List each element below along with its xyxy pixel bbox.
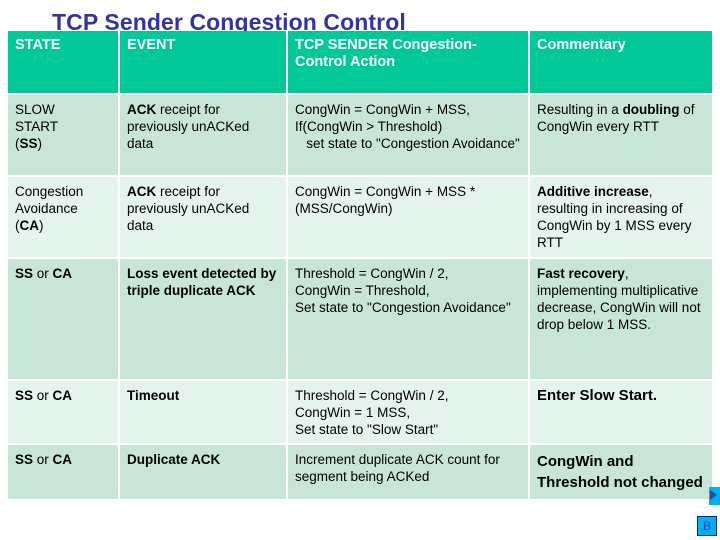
cell-commentary: Fast recovery, implementing multiplicati… [530,259,712,379]
corner-badge[interactable]: B [697,516,717,536]
cell-event: Loss event detected by triple duplicate … [120,259,286,379]
event-keyword: Loss event detected by triple duplicate … [127,266,277,298]
cell-event: ACK receipt for previously unACKed data [120,177,286,257]
commentary-prefix: Resulting in a [537,102,623,117]
right-arrow-icon [710,490,717,500]
cell-state: Congestion Avoidance (CA) [8,177,118,257]
cell-action: Threshold = CongWin / 2, CongWin = Thres… [288,259,528,379]
state-abbrev-b: CA [52,388,73,403]
state-line-2: START [15,119,59,134]
next-slide-tab-icon[interactable] [709,487,720,505]
commentary-keyword: Slow Start. [579,387,658,404]
state-abbrev: CA [19,218,40,233]
table-row: SLOW START (SS) ACK receipt for previous… [8,95,712,175]
action-text: Increment duplicate ACK count for segmen… [295,452,504,484]
state-line-2: Avoidance [15,201,78,216]
event-keyword: ACK [127,184,157,199]
commentary-keyword: CongWin and Threshold not changed [537,453,703,491]
commentary-keyword: doubling [622,102,680,117]
cell-commentary: Additive increase, resulting in increasi… [530,177,712,257]
state-paren-close: ) [39,218,44,233]
state-abbrev-a: SS [15,452,34,467]
cell-state: SS or CA [8,381,118,443]
action-text: CongWin = CongWin + MSS * (MSS/CongWin) [295,184,479,216]
commentary-prefix: Enter [537,387,580,404]
state-abbrev-b: CA [52,266,73,281]
cell-action: Threshold = CongWin / 2, CongWin = 1 MSS… [288,381,528,443]
cell-action: CongWin = CongWin + MSS * (MSS/CongWin) [288,177,528,257]
cell-action: Increment duplicate ACK count for segmen… [288,445,528,499]
cell-event: Duplicate ACK [120,445,286,499]
state-abbrev: SS [19,136,38,151]
column-header-event: EVENT [120,31,286,93]
table-row: SS or CA Loss event detected by triple d… [8,259,712,379]
state-paren-close: ) [37,136,43,151]
cell-state: SS or CA [8,259,118,379]
state-conjunction: or [33,388,53,403]
event-keyword: Duplicate ACK [127,452,221,467]
column-header-action: TCP SENDER Congestion-Control Action [288,31,528,93]
commentary-keyword: Additive increase [537,184,649,199]
action-text: Threshold = CongWin / 2, CongWin = Thres… [295,266,511,315]
event-keyword: Timeout [127,388,180,403]
commentary-keyword: Fast recovery [537,266,625,281]
table-row: Congestion Avoidance (CA) ACK receipt fo… [8,177,712,257]
cell-event: ACK receipt for previously unACKed data [120,95,286,175]
slide-canvas: TCP Sender Congestion Control STATE EVEN… [0,0,720,540]
table-row: SS or CA Duplicate ACK Increment duplica… [8,445,712,499]
state-conjunction: or [33,452,53,467]
cell-commentary: Resulting in a doubling of CongWin every… [530,95,712,175]
column-header-state: STATE [8,31,118,93]
table-row: SS or CA Timeout Threshold = CongWin / 2… [8,381,712,443]
cell-state: SLOW START (SS) [8,95,118,175]
cell-commentary: CongWin and Threshold not changed [530,445,712,499]
action-text: Threshold = CongWin / 2, CongWin = 1 MSS… [295,388,449,437]
state-abbrev-a: SS [15,266,34,281]
cell-commentary: Enter Slow Start. [530,381,712,443]
table-header-row: STATE EVENT TCP SENDER Congestion-Contro… [8,31,712,93]
cell-action: CongWin = CongWin + MSS, If(CongWin > Th… [288,95,528,175]
column-header-commentary: Commentary [530,31,712,93]
state-abbrev-b: CA [52,452,73,467]
tcp-congestion-control-table: STATE EVENT TCP SENDER Congestion-Contro… [8,31,712,501]
action-text: CongWin = CongWin + MSS, If(CongWin > Th… [295,102,520,151]
state-conjunction: or [33,266,53,281]
cell-state: SS or CA [8,445,118,499]
state-abbrev-a: SS [15,388,34,403]
cell-event: Timeout [120,381,286,443]
event-keyword: ACK [127,102,157,117]
state-line-1: Congestion [15,184,84,199]
state-line-1: SLOW [15,102,55,117]
